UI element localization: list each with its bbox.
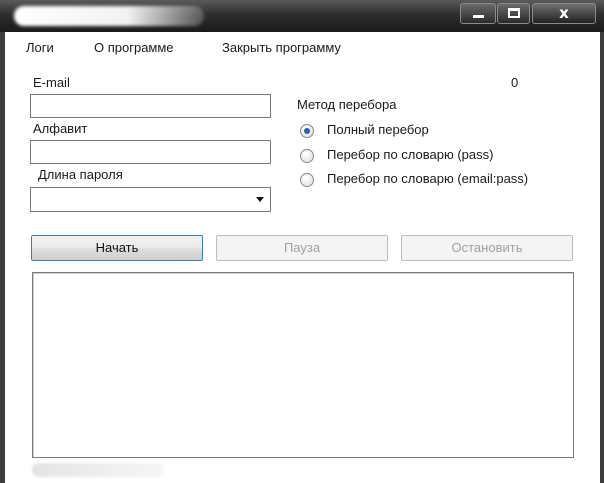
password-length-select[interactable]	[30, 187, 271, 212]
menu-item-close-program[interactable]: Закрыть программу	[222, 40, 341, 55]
radio-button[interactable]	[300, 173, 314, 187]
method-option-label: Перебор по словарю (email:pass)	[327, 171, 529, 186]
method-group-label: Метод перебора	[297, 97, 397, 112]
counter-value: 0	[511, 75, 519, 90]
radio-button-selected[interactable]	[300, 124, 314, 138]
chevron-down-icon	[256, 197, 264, 202]
alphabet-field[interactable]	[30, 140, 271, 164]
start-button[interactable]: Начать	[31, 235, 203, 261]
email-label: E-mail	[33, 75, 70, 90]
method-option-label: Перебор по словарю (pass)	[327, 147, 494, 162]
minimize-icon	[473, 15, 484, 18]
close-icon: x	[559, 4, 569, 22]
alphabet-label: Алфавит	[33, 121, 88, 136]
menu-item-logs[interactable]: Логи	[26, 40, 54, 55]
window-frame-left	[0, 32, 5, 483]
window-frame-right	[600, 32, 604, 483]
method-option-label: Полный перебор	[327, 122, 429, 137]
radio-button[interactable]	[300, 149, 314, 163]
pause-button[interactable]: Пауза	[216, 235, 388, 261]
menu-item-about[interactable]: О программе	[94, 40, 174, 55]
password-length-label: Длина пароля	[38, 167, 123, 182]
maximize-button[interactable]	[497, 3, 530, 24]
stop-button[interactable]: Остановить	[401, 235, 573, 261]
email-field[interactable]	[30, 94, 271, 118]
status-text-obscured	[32, 463, 164, 477]
window-title-obscured	[14, 6, 204, 26]
title-bar[interactable]: x	[0, 0, 604, 32]
close-button[interactable]: x	[532, 3, 596, 24]
maximize-icon	[508, 8, 520, 18]
minimize-button[interactable]	[460, 3, 496, 24]
log-output-area[interactable]	[32, 272, 574, 458]
